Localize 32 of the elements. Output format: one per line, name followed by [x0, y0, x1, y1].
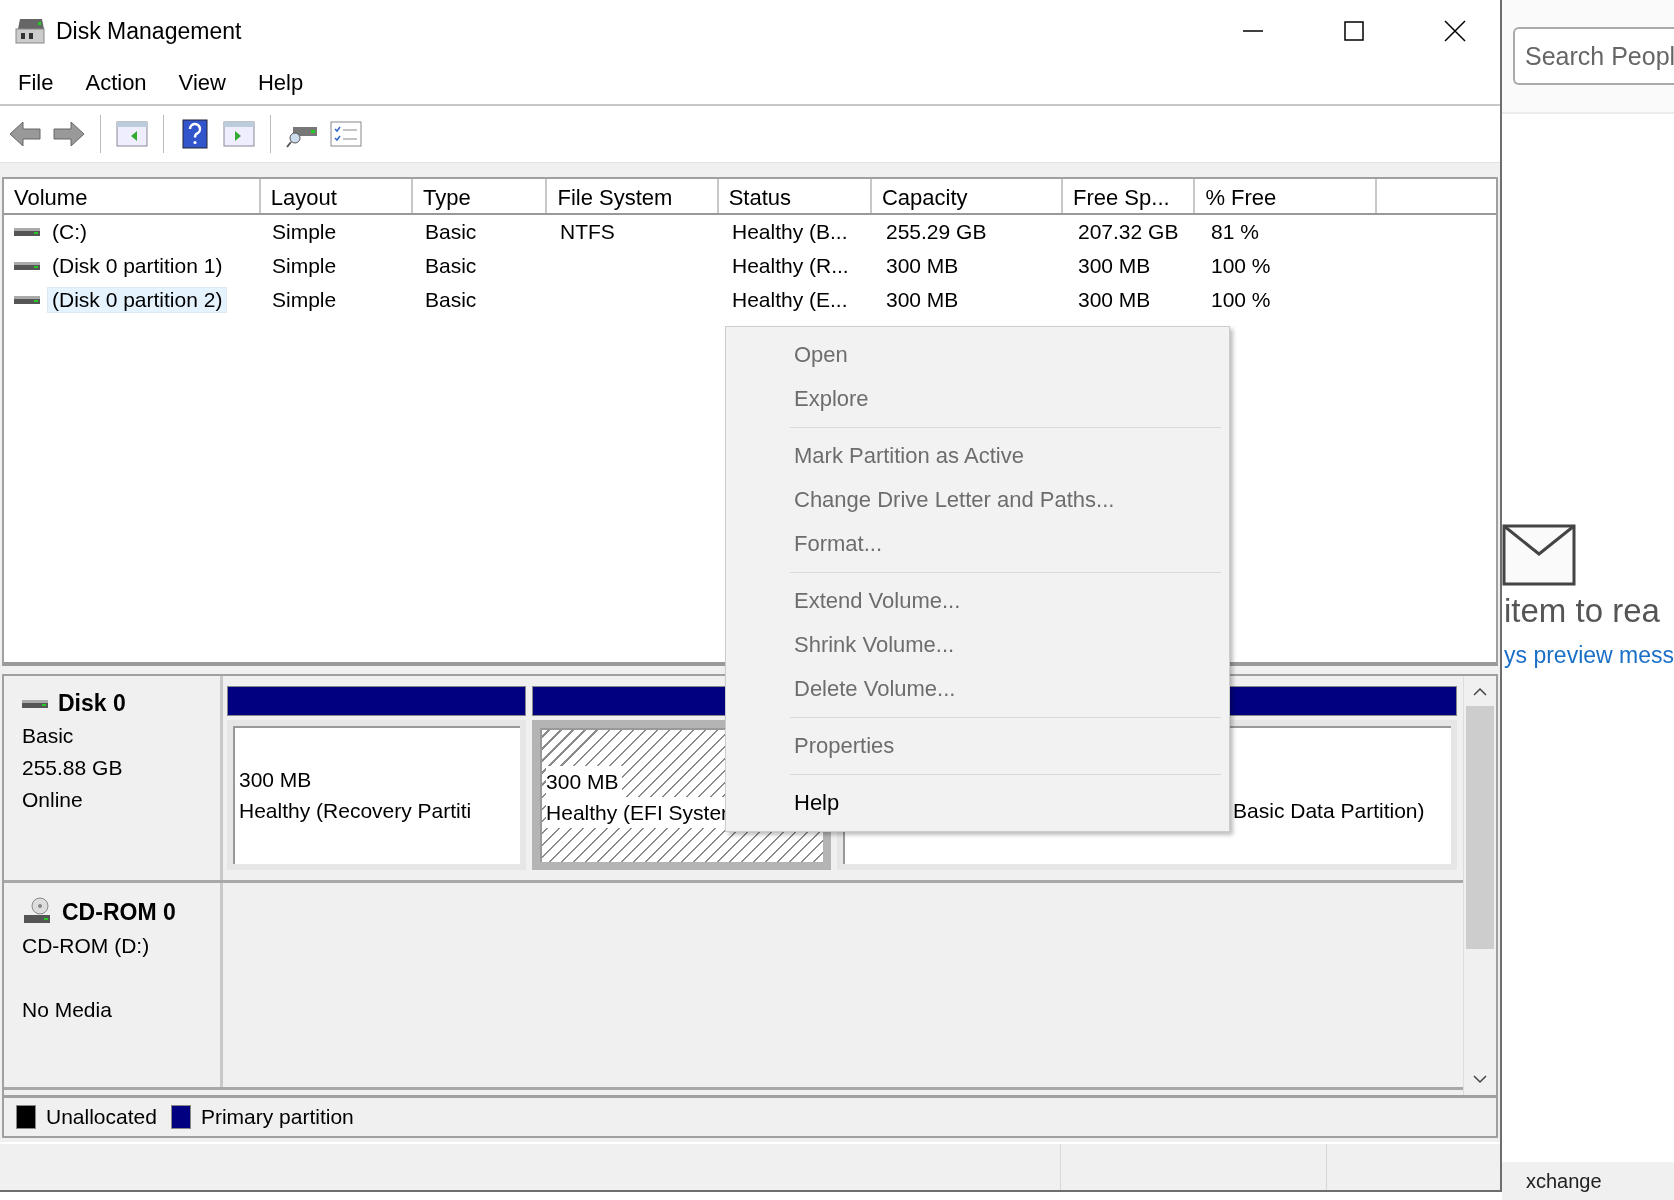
disk-name: Disk 0	[58, 690, 126, 717]
table-cell: Healthy (R...	[732, 254, 849, 278]
table-cell: 100 %	[1211, 254, 1271, 278]
table-cell: Simple	[272, 254, 337, 278]
table-cell: 81 %	[1211, 220, 1259, 244]
table-cell: 300 MB	[886, 288, 959, 312]
table-cell: 207.32 GB	[1078, 220, 1179, 244]
table-cell: 300 MB	[1078, 254, 1151, 278]
status-text: xchange	[1526, 1169, 1602, 1193]
table-cell: 300 MB	[1078, 288, 1151, 312]
disk-type: CD-ROM (D:)	[22, 933, 151, 959]
disk-type: Basic	[22, 723, 75, 749]
table-cell: Healthy (E...	[732, 288, 848, 312]
table-cell: Simple	[272, 288, 337, 312]
table-cell: 300 MB	[886, 254, 959, 278]
partition-size: 300 MB	[546, 766, 623, 797]
table-cell: Basic	[425, 288, 477, 312]
table-cell: Healthy (B...	[732, 220, 848, 244]
disk-size: 255.88 GB	[22, 755, 124, 781]
table-cell: 100 %	[1211, 288, 1271, 312]
window-title: Disk Management	[56, 17, 243, 45]
disk-status: Online	[22, 787, 84, 813]
disk-name: CD-ROM 0	[62, 898, 176, 926]
table-cell: Basic	[425, 254, 477, 278]
legend-label: Unallocated	[46, 1105, 157, 1129]
disk-status: No Media	[22, 997, 113, 1023]
table-cell: Basic	[425, 220, 477, 244]
table-cell: Simple	[272, 220, 337, 244]
table-cell: 255.29 GB	[886, 220, 987, 244]
empty-message: item to rea	[1504, 592, 1660, 630]
table-cell: NTFS	[560, 220, 615, 244]
legend-label: Primary partition	[200, 1105, 354, 1129]
